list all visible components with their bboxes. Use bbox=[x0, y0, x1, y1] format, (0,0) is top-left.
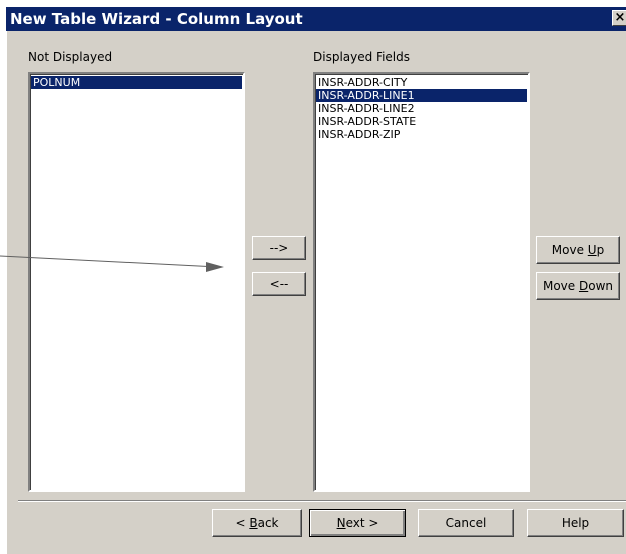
move-down-access-key: D bbox=[578, 279, 589, 293]
cancel-button[interactable]: Cancel bbox=[418, 509, 514, 537]
back-text: < bbox=[235, 516, 250, 530]
back-button[interactable]: < Back bbox=[212, 509, 302, 537]
back-text-rest: ack bbox=[257, 516, 279, 530]
move-down-text-rest: own bbox=[588, 279, 613, 293]
add-field-button[interactable]: --> bbox=[252, 236, 306, 260]
move-down-text: Move bbox=[542, 279, 579, 293]
back-access-key: B bbox=[249, 516, 258, 530]
move-up-access-key: U bbox=[587, 243, 597, 257]
remove-field-button[interactable]: <-- bbox=[252, 272, 306, 296]
displayed-fields-list[interactable]: INSR-ADDR-CITY INSR-ADDR-LINE1 INSR-ADDR… bbox=[313, 72, 530, 492]
not-displayed-label: Not Displayed bbox=[28, 50, 113, 64]
move-up-text: Move bbox=[551, 243, 588, 257]
window-title: New Table Wizard - Column Layout bbox=[6, 7, 626, 31]
list-item[interactable]: INSR-ADDR-LINE2 bbox=[316, 102, 527, 115]
footer-separator-highlight bbox=[18, 501, 626, 502]
next-text-rest: ext > bbox=[345, 516, 379, 530]
move-up-button[interactable]: Move Up bbox=[536, 236, 620, 264]
help-button[interactable]: Help bbox=[527, 509, 624, 537]
displayed-fields-label: Displayed Fields bbox=[313, 50, 410, 64]
close-button[interactable]: × bbox=[612, 10, 626, 26]
next-access-key: N bbox=[336, 516, 346, 530]
list-item[interactable]: INSR-ADDR-STATE bbox=[316, 115, 527, 128]
list-item[interactable]: POLNUM bbox=[31, 76, 242, 89]
move-up-text-rest: p bbox=[596, 243, 605, 257]
list-item[interactable]: INSR-ADDR-CITY bbox=[316, 76, 527, 89]
list-item[interactable]: INSR-ADDR-LINE1 bbox=[316, 89, 527, 102]
not-displayed-list[interactable]: POLNUM bbox=[28, 72, 245, 492]
move-down-button[interactable]: Move Down bbox=[536, 272, 620, 300]
list-item[interactable]: INSR-ADDR-ZIP bbox=[316, 128, 527, 141]
next-button[interactable]: Next > bbox=[309, 509, 406, 537]
